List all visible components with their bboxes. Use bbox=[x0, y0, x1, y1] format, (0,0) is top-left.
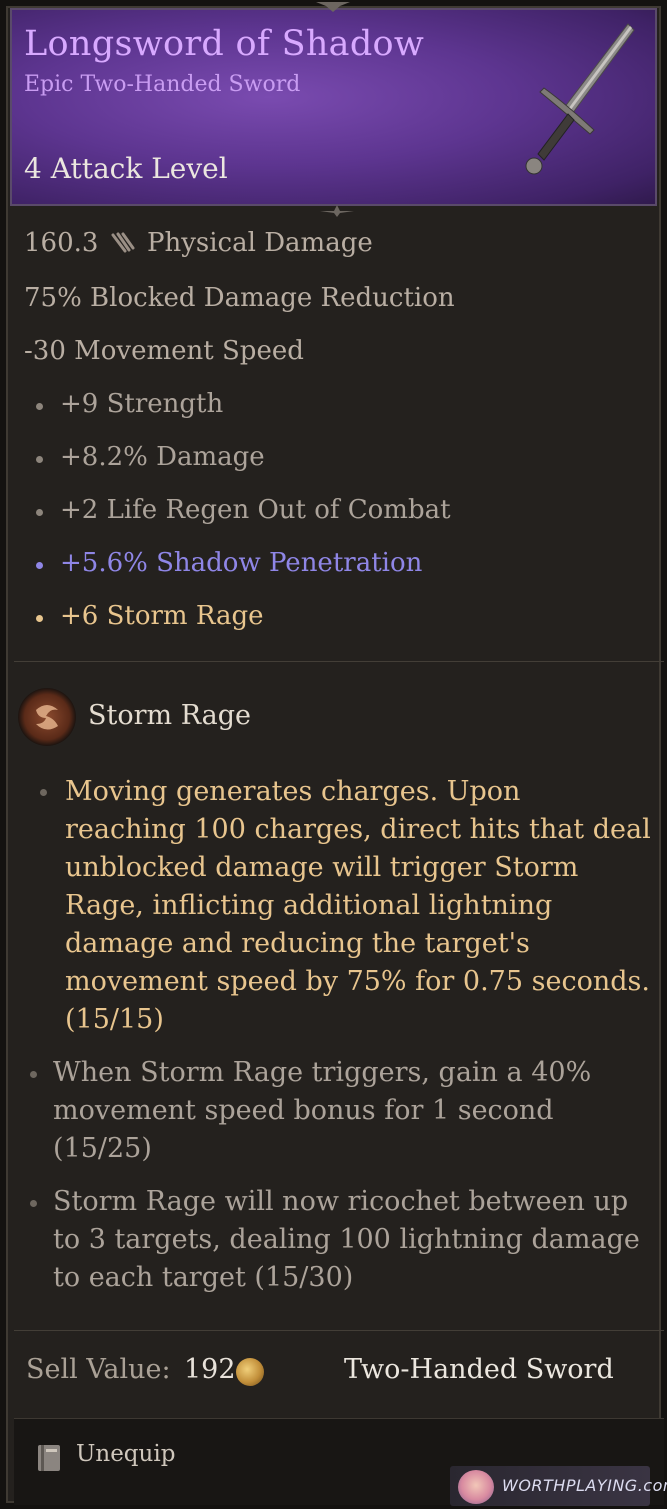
claw-slash-icon bbox=[111, 232, 135, 253]
affix-bullet bbox=[36, 403, 43, 410]
attack-level: 4 Attack Level bbox=[24, 152, 228, 185]
affix-bullet bbox=[36, 509, 43, 516]
affix-bullet bbox=[36, 562, 43, 569]
top-ornament-icon bbox=[316, 2, 350, 12]
skill-description-main: Moving generates charges. Upon reaching … bbox=[65, 776, 651, 1035]
movement-speed: -30 Movement Speed bbox=[24, 336, 304, 366]
skill-upgrade-1: When Storm Rage triggers, gain a 40% mov… bbox=[53, 1057, 592, 1164]
physical-damage-label: Physical Damage bbox=[146, 228, 373, 258]
sell-value-amount: 192 bbox=[184, 1354, 236, 1385]
section-divider bbox=[14, 1330, 664, 1331]
blocked-reduction: 75% Blocked Damage Reduction bbox=[24, 283, 455, 313]
mascot-icon bbox=[458, 1470, 494, 1504]
affix-bullet bbox=[36, 615, 43, 622]
affix-damage: +8.2% Damage bbox=[60, 442, 265, 472]
physical-damage-value: 160.3 bbox=[24, 228, 99, 258]
skill-upgrade-2: Storm Rage will now ricochet between up … bbox=[53, 1186, 640, 1293]
watermark-text: WORTHPLAYING.com bbox=[502, 1476, 667, 1495]
affix-storm-rage: +6 Storm Rage bbox=[60, 601, 264, 631]
physical-damage-row: 160.3 Physical Damage bbox=[24, 228, 373, 258]
section-divider bbox=[14, 661, 664, 662]
sell-value-label: Sell Value: bbox=[26, 1354, 171, 1385]
skill-name: Storm Rage bbox=[88, 700, 252, 731]
affix-bullet bbox=[36, 456, 43, 463]
watermark: WORTHPLAYING.com bbox=[450, 1466, 667, 1506]
storm-rage-icon bbox=[18, 688, 76, 746]
gold-coin-icon bbox=[236, 1358, 264, 1386]
skill-bullet bbox=[40, 789, 47, 796]
item-type: Two-Handed Sword bbox=[344, 1354, 614, 1385]
longsword-icon bbox=[525, 23, 635, 175]
affix-shadow-penetration: +5.6% Shadow Penetration bbox=[60, 548, 423, 578]
skill-bullet bbox=[30, 1200, 37, 1207]
affix-life-regen: +2 Life Regen Out of Combat bbox=[60, 495, 451, 525]
item-rarity-type: Epic Two-Handed Sword bbox=[24, 72, 301, 97]
affix-strength: +9 Strength bbox=[60, 389, 224, 419]
divider-ornament-icon bbox=[320, 205, 354, 217]
skill-bullet bbox=[30, 1071, 37, 1078]
book-unequip-icon[interactable] bbox=[34, 1441, 66, 1473]
item-name: Longsword of Shadow bbox=[24, 24, 425, 64]
unequip-button[interactable]: Unequip bbox=[76, 1441, 175, 1467]
